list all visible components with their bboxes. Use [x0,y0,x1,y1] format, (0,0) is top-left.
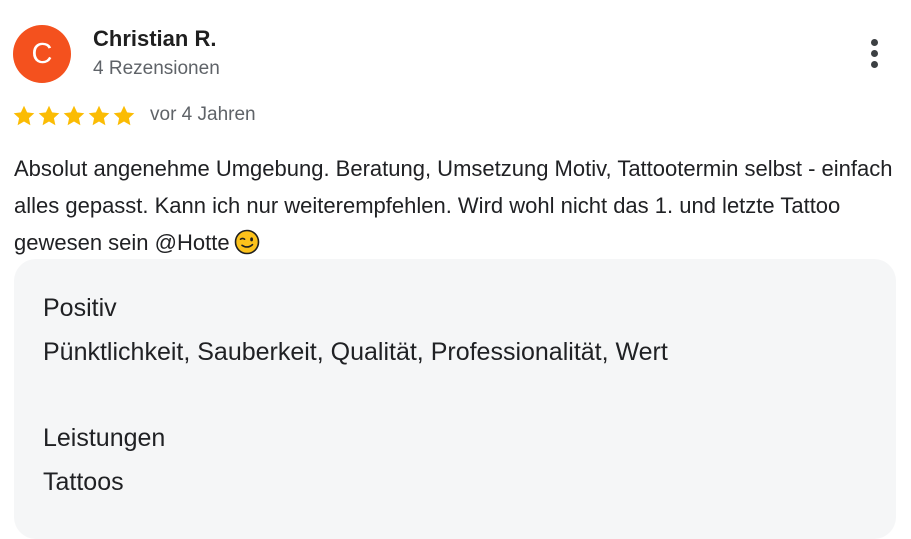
reviewer-name[interactable]: Christian R. [93,26,216,52]
attribute-services-label: Leistungen [43,424,166,452]
reviewer-review-count: 4 Rezensionen [93,58,220,79]
more-options-button[interactable] [858,36,892,72]
attribute-positive-value: Pünktlichkeit, Sauberkeit, Qualität, Pro… [43,338,668,366]
star-icon [63,105,85,126]
winking-face-icon [234,229,259,255]
review-date: vor 4 Jahren [150,104,256,125]
review-attributes-box: Positiv Pünktlichkeit, Sauberkeit, Quali… [14,259,896,539]
attribute-positive-label: Positiv [43,294,117,322]
star-icon [38,105,60,126]
star-icon [113,105,135,126]
star-rating [12,101,136,131]
review-text-content: Absolut angenehme Umgebung. Beratung, Um… [14,156,893,255]
star-icon [88,105,110,126]
avatar[interactable]: C [13,25,71,83]
attribute-services-value: Tattoos [43,468,124,496]
more-vert-icon [871,39,878,46]
review-text: Absolut angenehme Umgebung. Beratung, Um… [14,150,894,261]
star-icon [13,105,35,126]
